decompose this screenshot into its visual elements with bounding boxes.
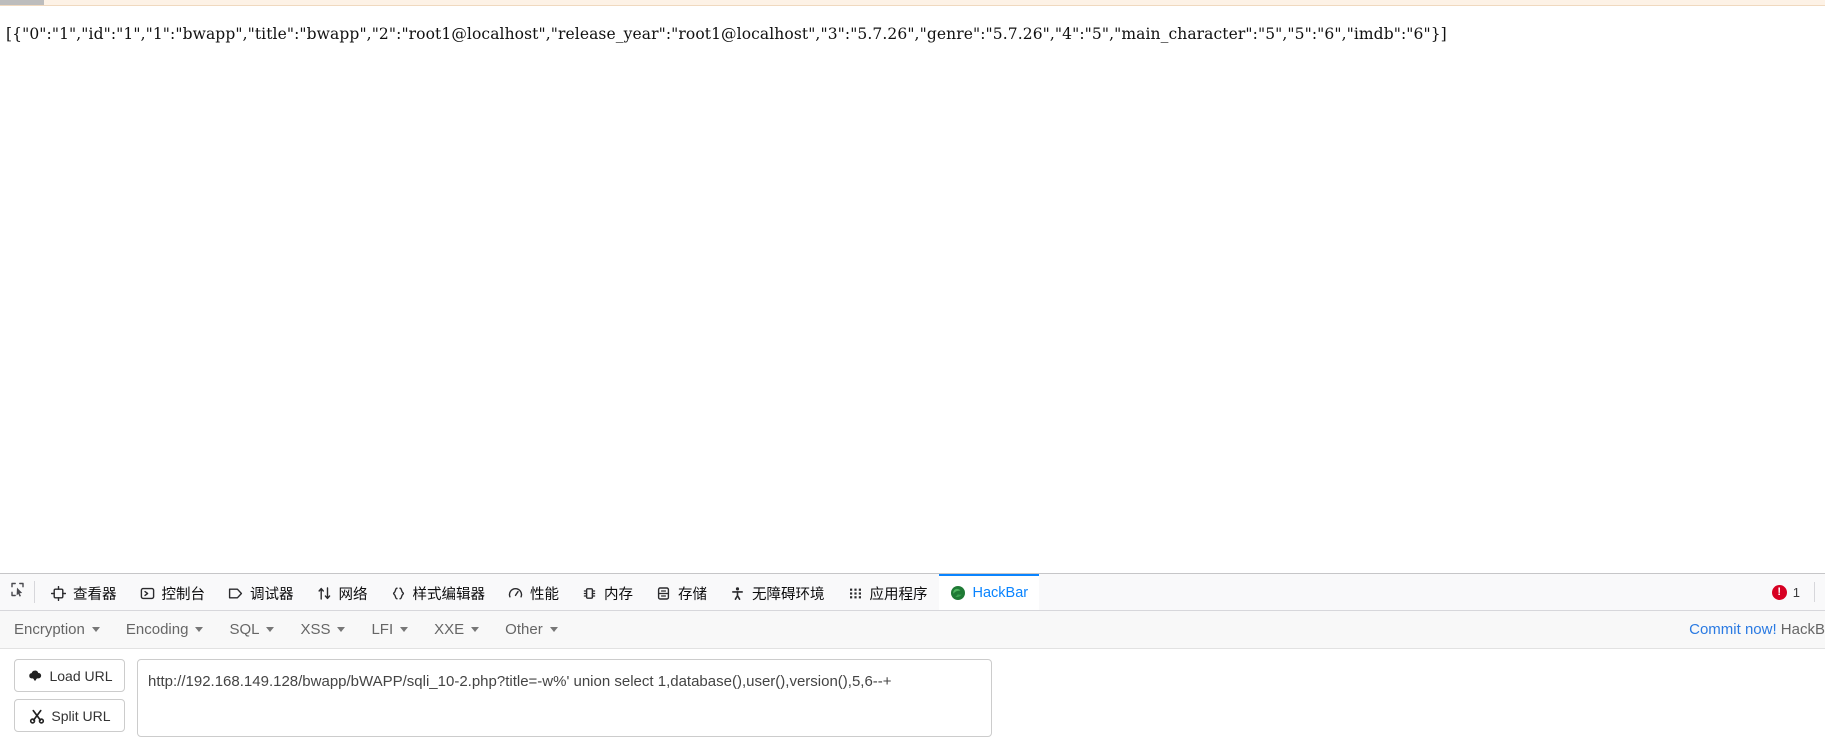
hackbar-menu-lfi-label: LFI [371,621,394,638]
hackbar-menu-sql-label: SQL [229,621,260,638]
chevron-down-icon [549,627,558,632]
devtools-toolbar-right: ! 1 [1771,574,1825,610]
network-icon [316,585,333,602]
hackbar-menu-bar: Encryption Encoding SQL XSS LFI XXE Othe… [0,611,1825,649]
toolbar-right-divider [1814,582,1815,602]
hackbar-menu-encryption-label: Encryption [14,621,85,638]
element-picker-icon [9,581,26,603]
commit-now-link[interactable]: Commit now! [1689,621,1777,638]
style-editor-icon [390,585,407,602]
devtools-tab-storage-label: 存储 [678,586,707,603]
chevron-down-icon [91,627,100,632]
chevron-down-icon [337,627,346,632]
devtools-tab-memory[interactable]: 内存 [570,574,644,610]
hackbar-menu-xss-label: XSS [300,621,331,638]
browser-page: [{"0":"1","id":"1","1":"bwapp","title":"… [0,0,1825,739]
devtools-tab-hackbar[interactable]: HackBar [938,574,1040,610]
top-strip-chip [0,0,44,5]
devtools-tab-list: 查看器 控制台 调试器 网络 样式编辑器 性能 内存 存储 无障碍环境 应用程序… [39,574,1040,610]
hackbar-icon [950,585,967,602]
load-url-button-label: Load URL [49,667,113,684]
error-count-label: 1 [1792,584,1800,600]
hackbar-menu-xxe-label: XXE [434,621,465,638]
devtools-tab-accessibility[interactable]: 无障碍环境 [718,574,836,610]
chevron-down-icon [195,627,204,632]
toolbar-divider [34,581,35,603]
devtools-tab-debugger[interactable]: 调试器 [216,574,305,610]
devtools-tab-style-editor-label: 样式编辑器 [412,586,486,603]
error-icon: ! [1771,584,1787,600]
devtools-tab-accessibility-label: 无障碍环境 [752,586,825,603]
hackbar-menu-xxe[interactable]: XXE [434,618,492,641]
storage-icon [655,585,672,602]
hackbar-menu-encoding[interactable]: Encoding [126,618,217,641]
hackbar-commit-area: Commit now! HackB [1689,621,1825,638]
devtools-tab-performance-label: 性能 [530,586,559,603]
split-url-button[interactable]: Split URL [14,699,125,732]
devtools-tab-inspector[interactable]: 查看器 [39,574,128,610]
json-response-text: [{"0":"1","id":"1","1":"bwapp","title":"… [6,25,1447,43]
chevron-down-icon [400,627,409,632]
commit-tail-text: HackB [1776,621,1825,638]
devtools-tab-hackbar-label: HackBar [972,585,1029,601]
cloud-download-icon [26,667,43,684]
memory-icon [581,585,598,602]
devtools-tab-memory-label: 内存 [604,586,633,603]
devtools-tab-network-label: 网络 [338,586,368,603]
accessibility-icon [729,585,746,602]
devtools-tab-application[interactable]: 应用程序 [836,574,939,610]
error-count-badge[interactable]: ! 1 [1771,584,1814,600]
application-icon [847,585,864,602]
top-notification-strip [0,0,1825,6]
devtools-tab-performance[interactable]: 性能 [496,574,570,610]
hackbar-menu-lfi[interactable]: LFI [371,618,421,641]
hackbar-button-column: Load URL Split URL [14,659,125,739]
devtools-tab-debugger-label: 调试器 [250,586,294,603]
hackbar-menu-other-label: Other [505,621,543,638]
hackbar-menu-encryption[interactable]: Encryption [14,618,113,641]
page-content-area: [{"0":"1","id":"1","1":"bwapp","title":"… [0,7,1825,573]
chevron-down-icon [266,627,275,632]
devtools-toolbar: 查看器 控制台 调试器 网络 样式编辑器 性能 内存 存储 无障碍环境 应用程序… [0,574,1825,611]
devtools-tab-console[interactable]: 控制台 [128,574,217,610]
devtools-tab-console-label: 控制台 [161,586,206,603]
console-icon [139,585,156,602]
devtools-tab-inspector-label: 查看器 [73,586,117,603]
scissors-icon [28,707,45,724]
load-url-button[interactable]: Load URL [14,659,125,692]
devtools-tab-application-label: 应用程序 [869,586,928,603]
devtools-tab-style-editor[interactable]: 样式编辑器 [379,574,497,610]
devtools-tab-storage[interactable]: 存储 [644,574,718,610]
url-input[interactable] [137,659,992,737]
hackbar-body: Load URL Split URL [0,649,1825,739]
performance-icon [507,585,524,602]
element-picker-button[interactable] [0,574,34,610]
inspector-icon [50,585,67,602]
hackbar-menu-sql[interactable]: SQL [229,618,287,641]
devtools-tab-network[interactable]: 网络 [305,574,379,610]
hackbar-menu-encoding-label: Encoding [125,621,189,638]
devtools-panel: 查看器 控制台 调试器 网络 样式编辑器 性能 内存 存储 无障碍环境 应用程序… [0,573,1825,739]
hackbar-menu-other[interactable]: Other [505,618,571,641]
split-url-button-label: Split URL [51,707,111,724]
chevron-down-icon [471,627,480,632]
debugger-icon [227,585,244,602]
hackbar-menu-xss[interactable]: XSS [300,618,358,641]
